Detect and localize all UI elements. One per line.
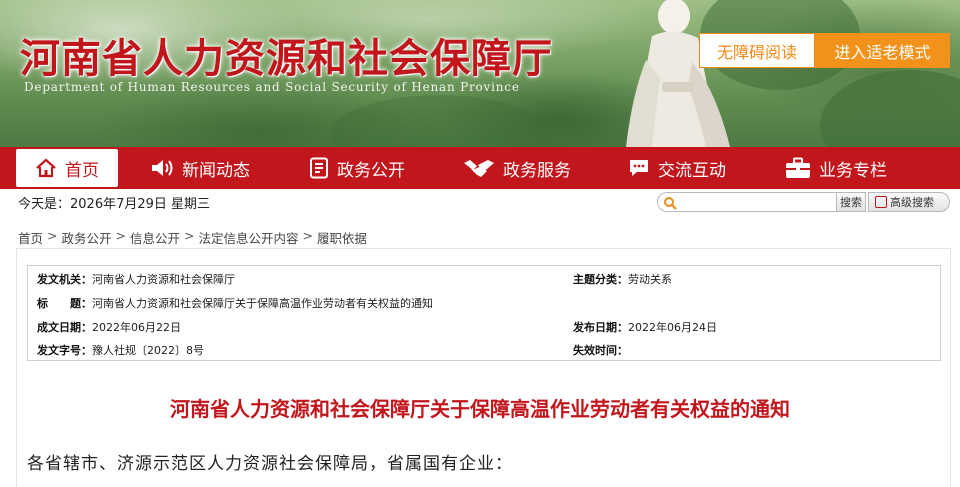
meta-topic-value: 劳动关系 [628, 273, 672, 286]
breadcrumb-item-info-open[interactable]: 信息公开 [130, 228, 180, 247]
nav-item-label: 交流互动 [658, 160, 726, 181]
search-button[interactable]: 搜索 [836, 192, 866, 212]
meta-topic: 主题分类： 劳动关系 [573, 271, 672, 287]
meta-expiry-label: 失效时间： [573, 344, 628, 357]
breadcrumb-separator: > [115, 228, 126, 243]
nav-item-home[interactable]: 首页 [16, 149, 118, 187]
meta-expiry: 失效时间： [573, 342, 628, 358]
site-subtitle: Department of Human Resources and Social… [24, 80, 520, 94]
home-icon [36, 158, 56, 178]
advanced-search-button[interactable]: 高级搜索 [868, 192, 950, 212]
today-date: 今天是：2026年7月29日 星期三 [18, 197, 211, 212]
breadcrumb-separator: > [302, 228, 313, 243]
meta-published-value: 2022年06月24日 [628, 321, 717, 334]
breadcrumb-separator: > [47, 228, 58, 243]
meta-title-value: 河南省人力资源和社会保障厅关于保障高温作业劳动者有关权益的通知 [92, 297, 433, 310]
document-icon [310, 157, 328, 179]
breadcrumb-item-home[interactable]: 首页 [18, 228, 43, 247]
breadcrumb-item-current[interactable]: 履职依据 [317, 228, 367, 247]
breadcrumb-item-statutory[interactable]: 法定信息公开内容 [199, 228, 299, 247]
nav-item-label: 业务专栏 [819, 160, 887, 181]
nav-item-services[interactable]: 政务服务 [463, 147, 571, 189]
breadcrumb-item-gov-open[interactable]: 政务公开 [62, 228, 112, 247]
advanced-search-label: 高级搜索 [890, 196, 934, 209]
meta-topic-label: 主题分类： [573, 273, 628, 286]
handshake-icon [464, 160, 494, 177]
nav-item-business[interactable]: 业务专栏 [785, 147, 887, 189]
nav-item-interaction[interactable]: 交流互动 [628, 147, 726, 189]
meta-title: 标 题： 河南省人力资源和社会保障厅关于保障高温作业劳动者有关权益的通知 [37, 295, 433, 311]
nav-item-label: 政务服务 [503, 160, 571, 181]
meta-published-label: 发布日期： [573, 321, 628, 334]
meta-created: 成文日期： 2022年06月22日 [37, 319, 181, 335]
chat-icon [630, 160, 648, 176]
nav-item-label: 新闻动态 [182, 160, 250, 181]
meta-issuer: 发文机关： 河南省人力资源和社会保障厅 [37, 271, 235, 287]
breadcrumb: 首页 > 政务公开 > 信息公开 > 法定信息公开内容 > 履职依据 [18, 228, 367, 247]
search-input[interactable] [657, 192, 837, 212]
meta-published: 发布日期： 2022年06月24日 [573, 319, 717, 335]
nav-item-label: 首页 [65, 160, 99, 181]
site-title: 河南省人力资源和社会保障厅 [20, 36, 553, 82]
meta-docno: 发文字号： 豫人社规〔2022〕8号 [37, 342, 204, 358]
meta-created-label: 成文日期： [37, 321, 92, 334]
nav-item-news[interactable]: 新闻动态 [150, 147, 250, 189]
advanced-search-icon [875, 196, 887, 208]
meta-docno-label: 发文字号： [37, 344, 92, 357]
main-nav: 首页 新闻动态 政务公开 政务服务 交流互动 业务专栏 [0, 147, 960, 189]
breadcrumb-separator: > [184, 228, 195, 243]
nav-item-label: 政务公开 [337, 160, 405, 181]
briefcase-icon [786, 157, 810, 178]
meta-issuer-value: 河南省人力资源和社会保障厅 [92, 273, 235, 286]
document-title: 河南省人力资源和社会保障厅关于保障高温作业劳动者有关权益的通知 [170, 397, 790, 421]
elder-mode-button[interactable]: 进入适老模式 [815, 33, 950, 68]
search-icon [664, 197, 677, 210]
nav-item-gov-open[interactable]: 政务公开 [309, 147, 405, 189]
header-banner: 河南省人力资源和社会保障厅 Department of Human Resour… [0, 0, 960, 147]
meta-docno-value: 豫人社规〔2022〕8号 [92, 344, 204, 357]
speaker-icon [152, 160, 173, 176]
document-salutation: 各省辖市、济源示范区人力资源社会保障局，省属国有企业： [27, 454, 513, 474]
document-metadata: 发文机关： 河南省人力资源和社会保障厅 主题分类： 劳动关系 标 题： 河南省人… [27, 265, 941, 361]
meta-created-value: 2022年06月22日 [92, 321, 181, 334]
statue-image [626, 0, 730, 147]
meta-title-label: 标 题： [37, 297, 92, 310]
meta-issuer-label: 发文机关： [37, 273, 92, 286]
accessibility-reading-button[interactable]: 无障碍阅读 [699, 33, 815, 68]
